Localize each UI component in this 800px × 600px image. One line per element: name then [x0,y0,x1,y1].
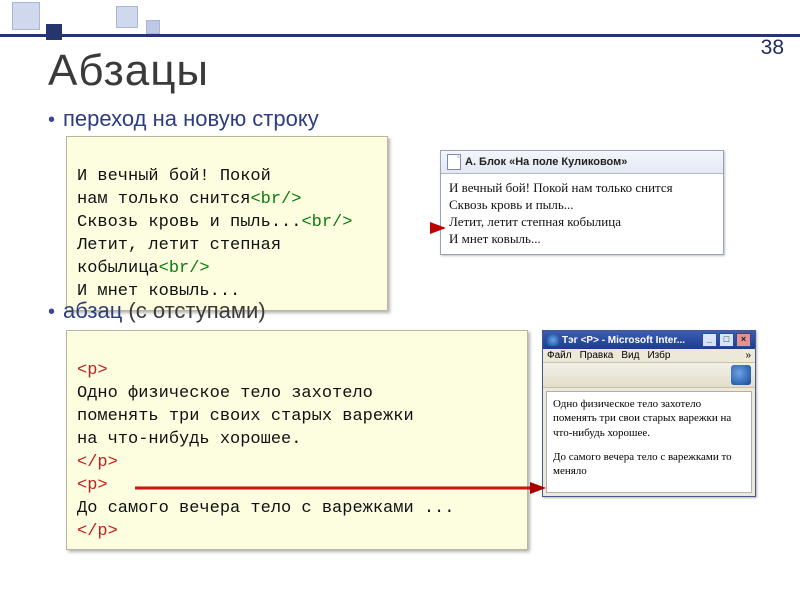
code-line: на что-нибудь хорошее. [77,430,301,449]
ie-logo-small-icon [547,334,559,346]
code-line: поменять три своих старых варежки [77,407,414,426]
browser-titlebar: А. Блок «На поле Куликовом» [441,151,723,174]
code-line: До самого вечера тело с варежками ... [77,499,454,518]
browser-preview-1: А. Блок «На поле Куликовом» И вечный бой… [440,150,724,255]
code-tag-p-close: </p> [77,522,118,541]
code-tag-br: <br/> [159,259,210,278]
code-tag-br: <br/> [250,190,301,209]
minimize-button[interactable]: _ [702,333,717,347]
rendered-paragraph: До самого вечера тело с варежками то мен… [553,450,745,479]
slide-title: Абзацы [48,46,209,96]
rendered-line: И мнет ковыль... [449,231,715,248]
bullet-dot-icon: • [48,109,55,131]
browser-content: И вечный бой! Покой нам только снится Ск… [441,174,723,254]
bullet-text-strong: абзац [63,298,122,323]
bullet-text-1: переход на новую строку [63,106,319,131]
menu-edit[interactable]: Правка [580,350,614,361]
page-icon [447,154,461,170]
maximize-button[interactable]: □ [719,333,734,347]
code-line: Летит, летит степная [77,236,281,255]
code-line: Сквозь кровь и пыль... [77,213,301,232]
bullet-dot-icon: • [48,301,55,323]
close-button[interactable]: × [736,333,751,347]
ie-content: Одно физическое тело захотело поменять т… [546,391,752,493]
ie-window: Тэг <P> - Microsoft Inter... _ □ × Файл … [542,330,756,497]
rendered-line: Летит, летит степная кобылица [449,214,715,231]
ie-menubar: Файл Правка Вид Избр » [543,349,755,363]
code-block-p: <p> Одно физическое тело захотело поменя… [66,330,528,550]
code-line: Одно физическое тело захотело [77,384,373,403]
code-line: нам только снится [77,190,250,209]
rendered-line: И вечный бой! Покой нам только снится [449,180,715,197]
page-number: 38 [761,36,784,60]
bullet-text-rest: (с отступами) [122,298,265,323]
code-block-br: И вечный бой! Покой нам только снится<br… [66,136,388,311]
ie-toolbar [543,363,755,388]
code-tag-br: <br/> [301,213,352,232]
code-tag-p-close: </p> [77,453,118,472]
menu-view[interactable]: Вид [621,350,639,361]
slide-top-decoration [0,0,800,44]
code-tag-p-open: <p> [77,361,108,380]
menu-overflow-icon[interactable]: » [745,350,751,361]
ie-titlebar: Тэг <P> - Microsoft Inter... _ □ × [543,331,755,349]
rendered-line: Сквозь кровь и пыль... [449,197,715,214]
window-controls: _ □ × [702,333,751,347]
ie-logo-icon [731,365,751,385]
bullet-line-1: • переход на новую строку [48,106,319,132]
code-tag-p-open: <p> [77,476,108,495]
menu-file[interactable]: Файл [547,350,572,361]
browser-title-text: А. Блок «На поле Куликовом» [465,156,627,168]
bullet-line-2: • абзац (с отступами) [48,298,266,324]
code-line: кобылица [77,259,159,278]
code-line: И вечный бой! Покой [77,167,271,186]
menu-favorites[interactable]: Избр [647,350,670,361]
ie-title-text: Тэг <P> - Microsoft Inter... [562,335,685,346]
rendered-paragraph: Одно физическое тело захотело поменять т… [553,397,745,440]
